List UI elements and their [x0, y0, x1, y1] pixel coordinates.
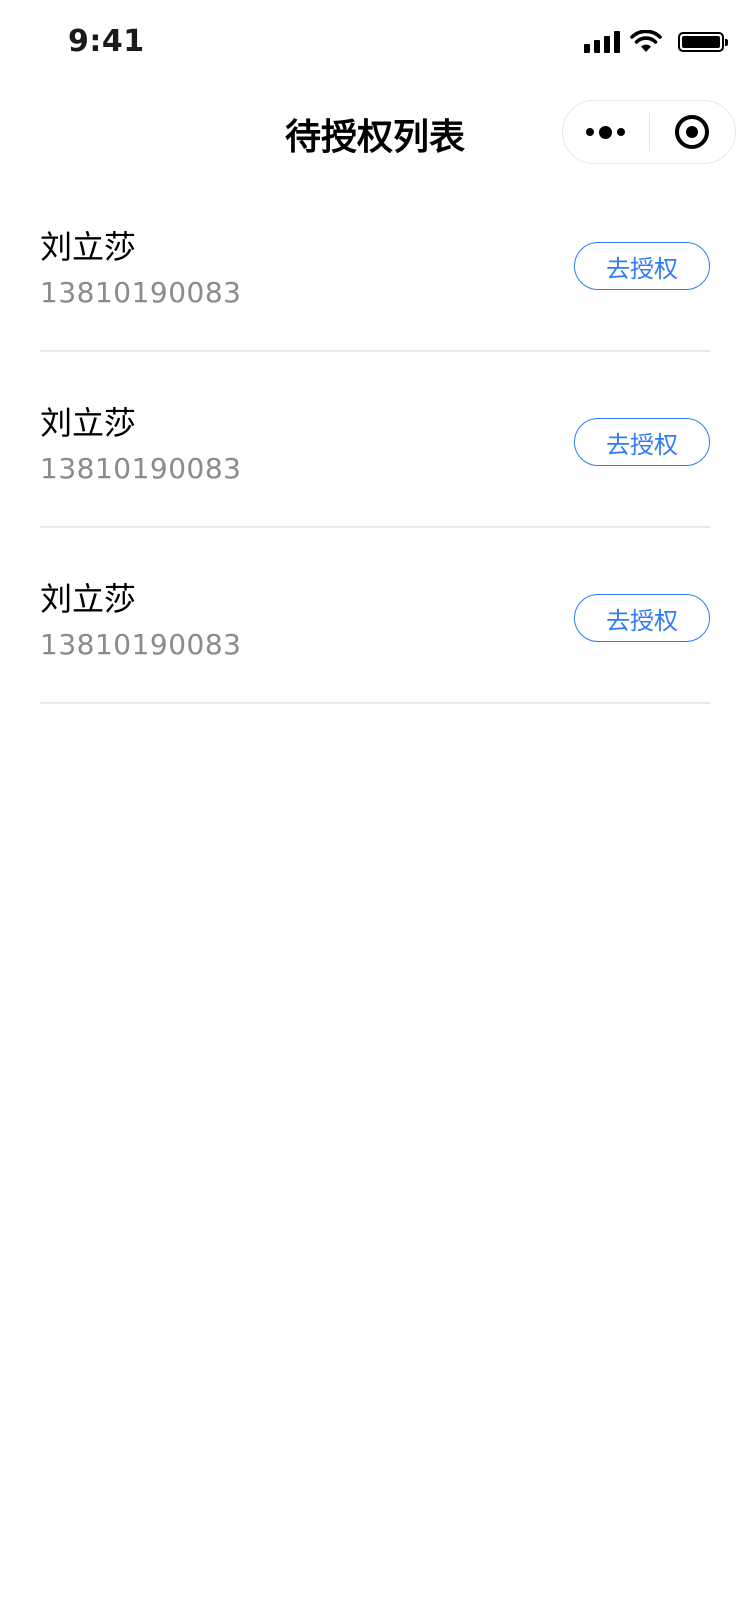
close-circle-icon [675, 115, 710, 149]
authorize-button[interactable]: 去授权 [574, 418, 710, 466]
contact-name: 刘立莎 [40, 228, 137, 266]
cellular-signal-icon [584, 31, 620, 53]
more-dots-icon [586, 125, 626, 139]
contact-phone: 13810190083 [40, 628, 242, 661]
authorize-button[interactable]: 去授权 [574, 242, 710, 290]
battery-icon [678, 32, 728, 52]
mini-program-capsule [562, 100, 736, 164]
close-button[interactable] [650, 100, 736, 164]
status-bar: 9:41 [0, 0, 750, 88]
status-icons [584, 30, 728, 54]
contact-phone: 13810190083 [40, 452, 242, 485]
wifi-icon [630, 30, 662, 52]
list-item: 刘立莎 13810190083 去授权 [40, 528, 710, 704]
list-item: 刘立莎 13810190083 去授权 [40, 352, 710, 528]
contact-name: 刘立莎 [40, 580, 137, 618]
contact-name: 刘立莎 [40, 404, 137, 442]
list-item: 刘立莎 13810190083 去授权 [40, 176, 710, 352]
more-button[interactable] [563, 100, 649, 164]
pending-authorization-list: 刘立莎 13810190083 去授权 刘立莎 13810190083 去授权 … [40, 176, 710, 704]
status-time: 9:41 [68, 24, 145, 59]
contact-phone: 13810190083 [40, 276, 242, 309]
authorize-button[interactable]: 去授权 [574, 594, 710, 642]
navigation-bar: 待授权列表 [0, 88, 750, 176]
